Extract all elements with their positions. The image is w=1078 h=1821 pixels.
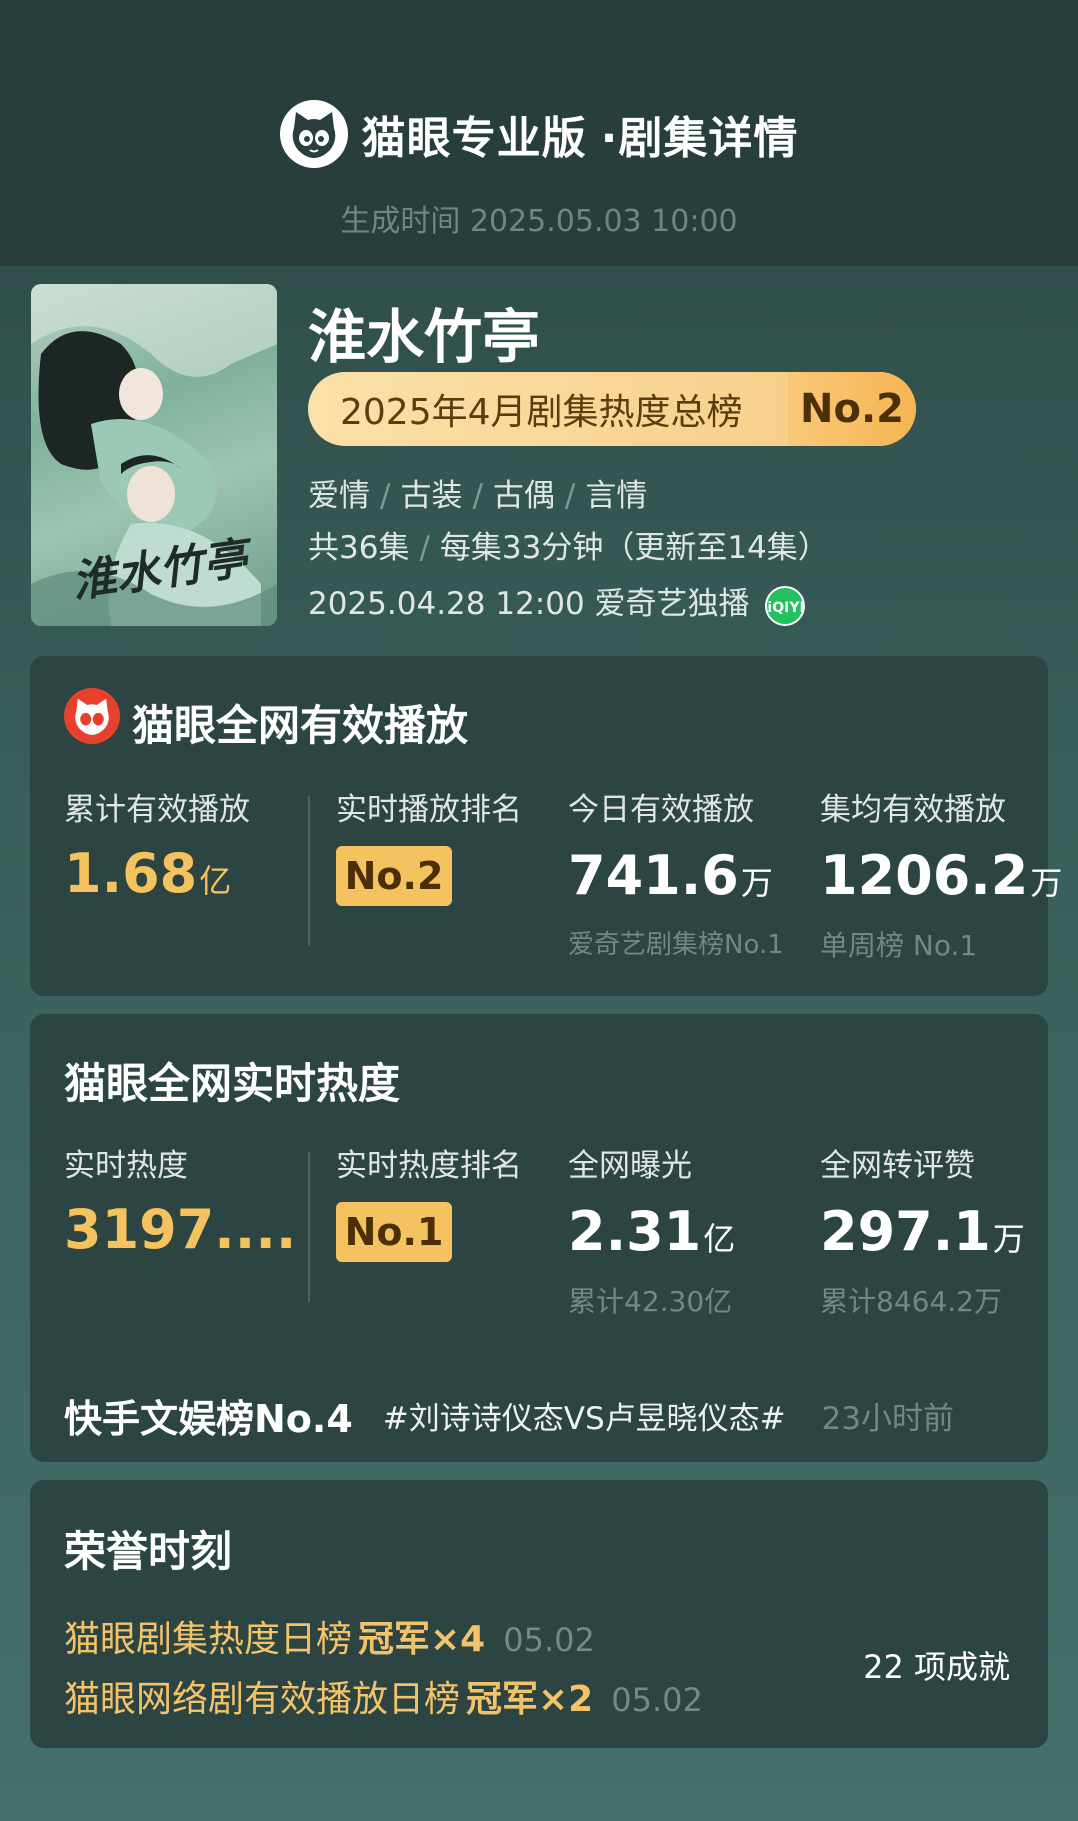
separator: /: [380, 478, 391, 514]
brand-title: 猫眼专业版: [361, 113, 587, 164]
generated-time: 生成时间 2025.05.03 10:00: [340, 204, 738, 239]
plays-card-title: 猫眼全网有效播放: [132, 701, 469, 750]
release-time: 2025.04.28 12:00 爱奇艺独播: [308, 586, 750, 622]
honor-date: 05.02: [503, 1621, 595, 1659]
episode-info: 共36集 / 每集33分钟（更新至14集）: [308, 522, 829, 567]
achievement-count[interactable]: 22 项成就: [863, 1642, 1010, 1688]
today-plays-value: 741.6万: [568, 844, 773, 907]
honors-card[interactable]: 荣誉时刻 猫眼剧集热度日榜 冠军×4 05.02 猫眼网络剧有效播放日榜 冠军×2 05…: [30, 1480, 1048, 1748]
brand: 猫眼专业版 ·剧集详情: [0, 100, 1078, 168]
release-info: 2025.04.28 12:00 爱奇艺独播 iQIYI: [308, 578, 806, 626]
exposure-sub: 累计42.30亿: [568, 1285, 733, 1318]
exposure-label: 全网曝光: [568, 1148, 692, 1184]
genre-tags: 爱情 / 古装 / 古偶 / 言情: [308, 470, 647, 515]
genre-tag: 古偶: [492, 478, 555, 514]
avg-plays-label: 集均有效播放: [820, 792, 1006, 828]
honor-name: 猫眼剧集热度日榜: [64, 1619, 353, 1660]
honors-card-title: 荣誉时刻: [64, 1527, 233, 1576]
genre-tag: 古装: [400, 478, 463, 514]
heat-card: 猫眼全网实时热度 实时热度 3197.... 实时热度排名 No.1 全网曝光 …: [30, 1014, 1048, 1462]
engage-value: 297.1万: [820, 1200, 1025, 1263]
exposure-number: 2.31: [568, 1200, 702, 1263]
honor-title: 冠军×4: [358, 1619, 486, 1660]
honor-item: 猫眼网络剧有效播放日榜 冠军×2 05.02: [64, 1670, 703, 1722]
realtime-heat-value: 3197....: [64, 1198, 297, 1261]
avg-plays-sub: 单周榜 No.1: [820, 929, 978, 962]
exposure-unit: 亿: [703, 1220, 736, 1258]
engage-number: 297.1: [820, 1200, 991, 1263]
maoyan-cat-logo-icon: [279, 100, 348, 168]
episode-count: 共36集: [308, 530, 410, 566]
honor-name: 猫眼网络剧有效播放日榜: [64, 1679, 461, 1720]
trend-hashtag[interactable]: #刘诗诗仪态VS卢昱晓仪态#: [383, 1393, 786, 1438]
maoyan-red-cat-icon: [64, 688, 120, 744]
heat-rank-label: 实时热度排名: [336, 1148, 522, 1184]
trending-row[interactable]: 快手文娱榜No.4 #刘诗诗仪态VS卢昱晓仪态# 23小时前: [64, 1388, 1014, 1443]
engage-sub: 累计8464.2万: [820, 1285, 1002, 1318]
drama-poster[interactable]: 淮水竹亭: [31, 284, 277, 626]
separator: /: [472, 478, 483, 514]
today-plays-sub: 爱奇艺剧集榜No.1: [568, 930, 784, 960]
play-rank-label: 实时播放排名: [336, 792, 522, 828]
realtime-heat-label: 实时热度: [64, 1148, 188, 1184]
engage-label: 全网转评赞: [820, 1148, 975, 1184]
monthly-rank-badge: No.2: [788, 372, 916, 446]
avg-plays-unit: 万: [1030, 864, 1063, 902]
monthly-rank-pill[interactable]: 2025年4月剧集热度总榜 No.2: [308, 372, 916, 446]
avg-plays-number: 1206.2: [820, 844, 1029, 907]
total-plays-value: 1.68亿: [64, 842, 231, 905]
divider: [308, 796, 310, 946]
today-plays-label: 今日有效播放: [568, 792, 754, 828]
honor-item: 猫眼剧集热度日榜 冠军×4 05.02: [64, 1610, 595, 1662]
separator: /: [419, 530, 430, 566]
today-plays-unit: 万: [740, 864, 773, 902]
engage-unit: 万: [992, 1220, 1025, 1258]
total-plays-label: 累计有效播放: [64, 792, 250, 828]
play-rank-badge: No.2: [336, 846, 452, 906]
header: 猫眼专业版 ·剧集详情 生成时间 2025.05.03 10:00: [0, 0, 1078, 266]
genre-tag: 言情: [585, 478, 648, 514]
avg-plays-value: 1206.2万: [820, 844, 1062, 907]
trend-time: 23小时前: [821, 1401, 954, 1437]
monthly-rank-text: 2025年4月剧集热度总榜: [340, 392, 743, 433]
exposure-value: 2.31亿: [568, 1200, 735, 1263]
heat-card-title: 猫眼全网实时热度: [64, 1059, 401, 1108]
today-plays-number: 741.6: [568, 844, 739, 907]
iqiyi-icon: iQIYI: [765, 585, 806, 626]
honor-date: 05.02: [611, 1681, 703, 1719]
episode-length: 每集33分钟（更新至14集）: [439, 530, 829, 566]
genre-tag: 爱情: [308, 478, 370, 514]
heat-rank-badge: No.1: [336, 1202, 452, 1262]
trend-rank: 快手文娱榜No.4: [64, 1397, 353, 1441]
total-plays-number: 1.68: [64, 842, 198, 905]
total-plays-unit: 亿: [199, 862, 232, 900]
honor-title: 冠军×2: [466, 1679, 594, 1720]
page-section-title: ·剧集详情: [600, 113, 799, 164]
drama-title: 淮水竹亭: [308, 303, 541, 371]
plays-card: 猫眼全网有效播放 累计有效播放 1.68亿 实时播放排名 No.2 今日有效播放…: [30, 656, 1062, 996]
separator: /: [564, 478, 576, 514]
divider: [308, 1152, 310, 1302]
